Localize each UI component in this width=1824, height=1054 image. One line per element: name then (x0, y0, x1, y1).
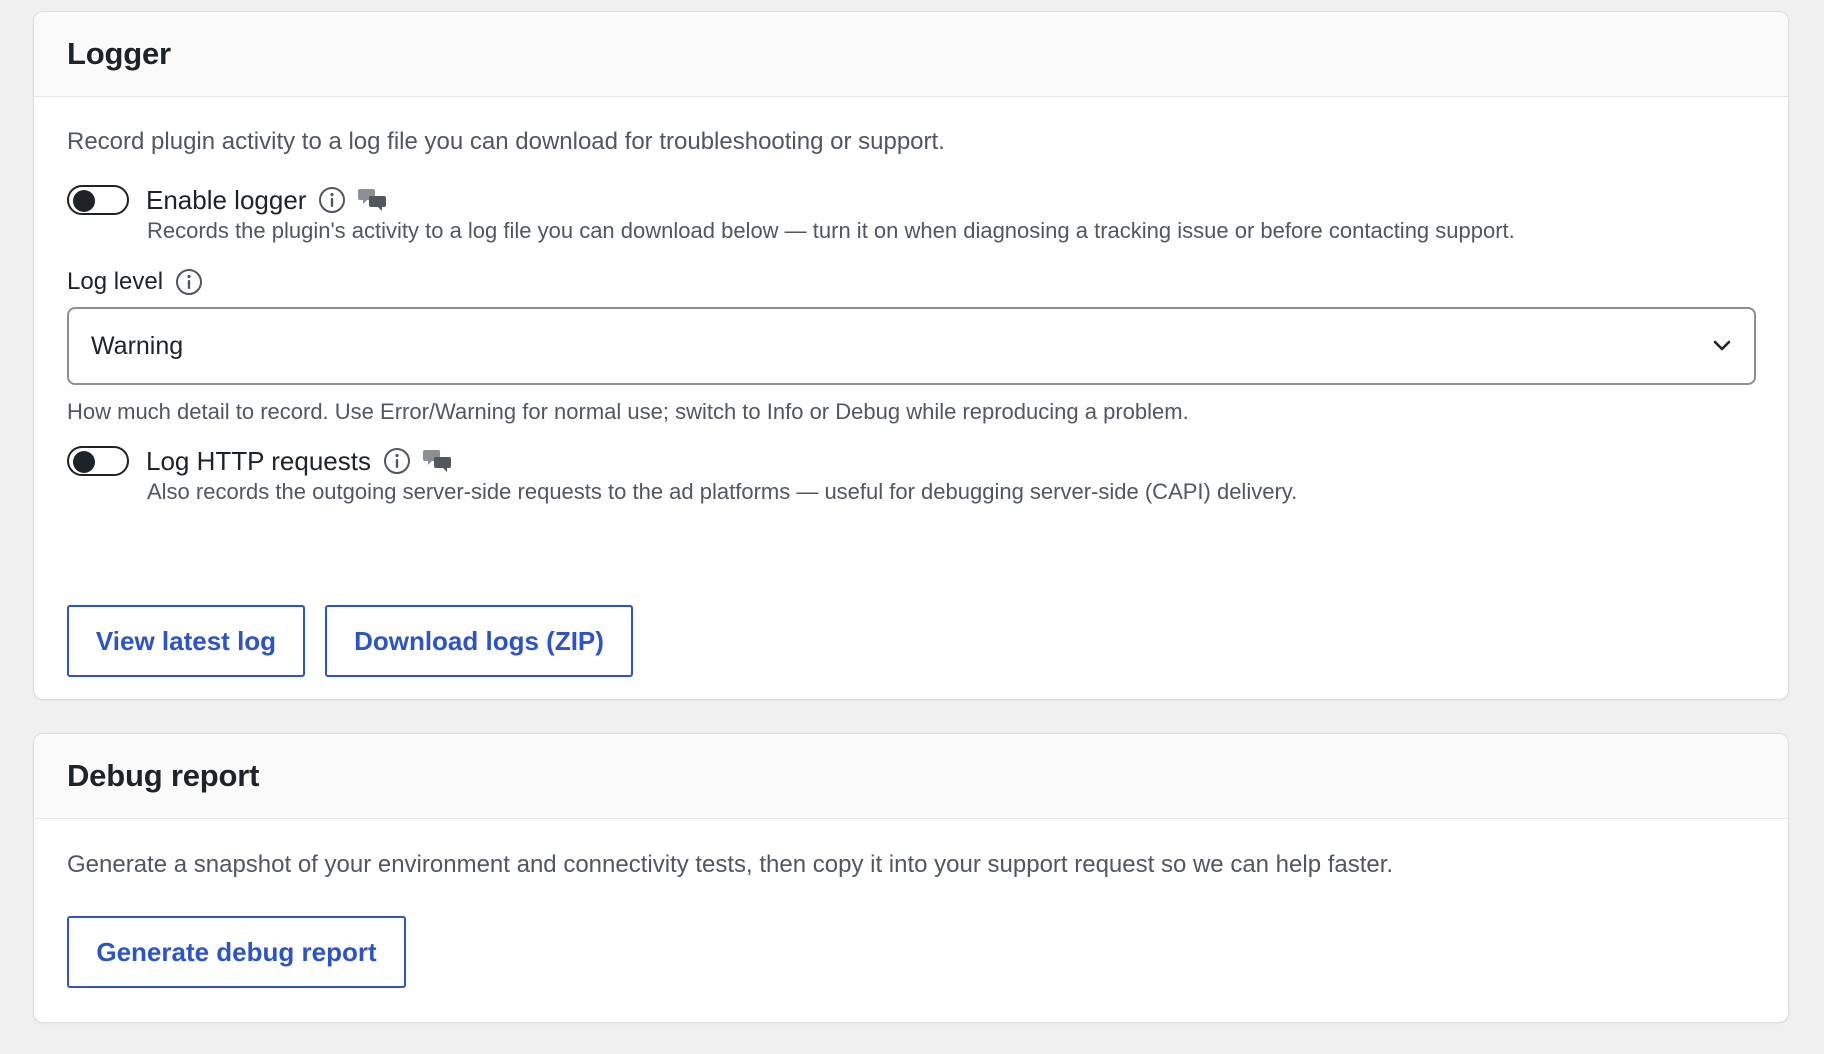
log-http-label: Log HTTP requests (146, 445, 371, 476)
log-http-help: Also records the outgoing server-side re… (147, 479, 1298, 504)
logger-card: Logger Record plugin activity to a log f… (33, 11, 1789, 700)
chevron-down-icon (1712, 339, 1732, 353)
logger-title: Logger (67, 36, 171, 71)
debug-report-card: Debug report Generate a snapshot of your… (33, 733, 1789, 1023)
log-http-toggle[interactable] (67, 446, 129, 476)
info-icon[interactable] (175, 268, 203, 296)
generate-debug-report-button[interactable]: Generate debug report (67, 916, 406, 988)
debug-report-description: Generate a snapshot of your environment … (67, 851, 1394, 878)
log-level-selected-value: Warning (91, 331, 184, 360)
log-level-select[interactable]: Warning (67, 307, 1756, 385)
toggle-knob (73, 190, 95, 212)
enable-logger-row: Enable logger (67, 183, 388, 217)
enable-logger-help: Records the plugin's activity to a log f… (147, 218, 1515, 243)
debug-report-card-header: Debug report (34, 734, 1788, 819)
logger-description: Record plugin activity to a log file you… (67, 128, 945, 155)
toggle-knob (73, 451, 95, 473)
logger-card-header: Logger (34, 12, 1788, 97)
enable-logger-label: Enable logger (146, 184, 307, 215)
chat-icon[interactable] (422, 447, 453, 475)
info-icon[interactable] (318, 186, 346, 214)
log-level-help: How much detail to record. Use Error/War… (67, 399, 1189, 424)
log-level-label: Log level (67, 268, 164, 295)
debug-report-title: Debug report (67, 758, 260, 793)
enable-logger-toggle[interactable] (67, 185, 129, 215)
download-logs-zip-button[interactable]: Download logs (ZIP) (325, 605, 633, 677)
log-level-label-row: Log level (67, 268, 203, 296)
log-http-row: Log HTTP requests (67, 444, 453, 478)
chat-icon[interactable] (358, 186, 388, 214)
view-latest-log-button[interactable]: View latest log (67, 605, 305, 677)
info-icon[interactable] (383, 447, 411, 475)
